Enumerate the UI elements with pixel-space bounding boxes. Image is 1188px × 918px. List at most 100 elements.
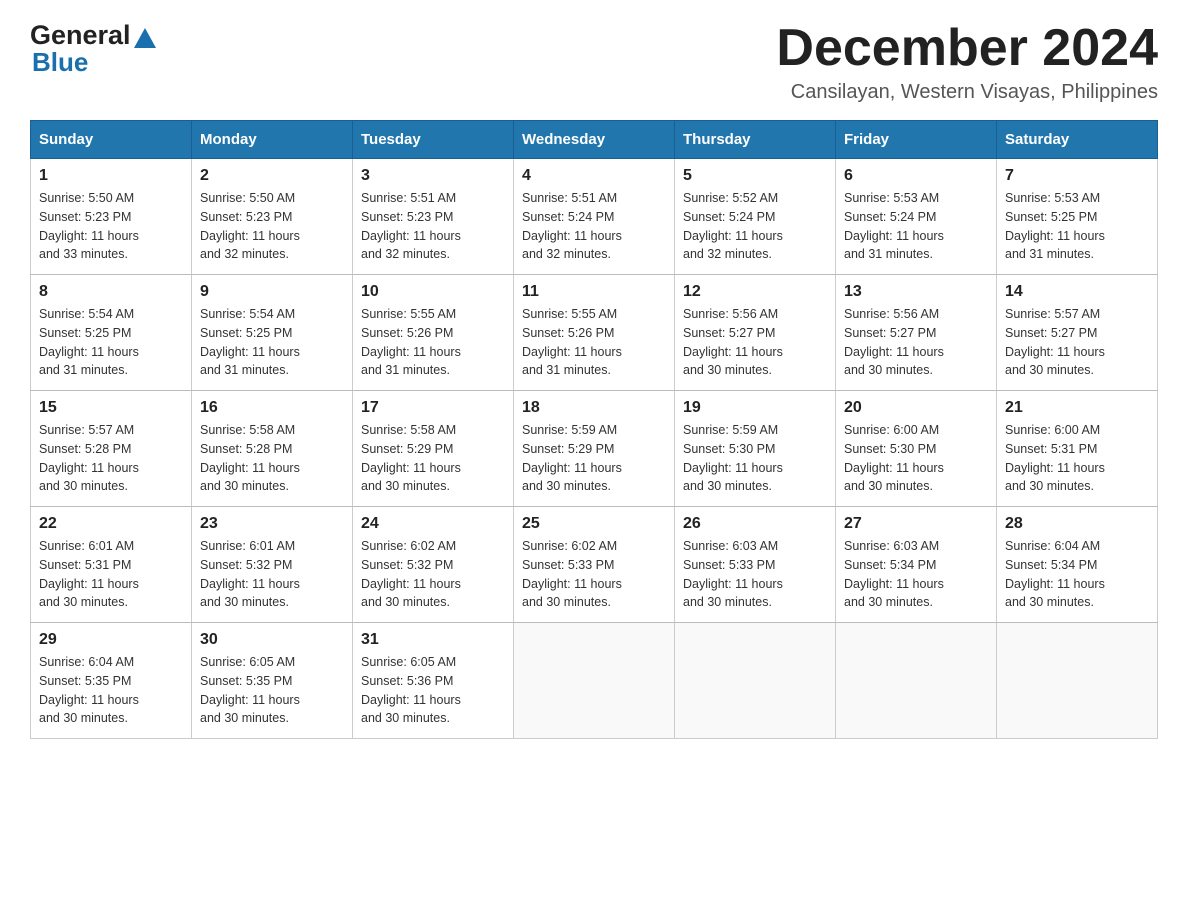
calendar-day-cell: 24Sunrise: 6:02 AMSunset: 5:32 PMDayligh… <box>353 507 514 623</box>
day-info: Sunrise: 5:55 AMSunset: 5:26 PMDaylight:… <box>361 305 505 380</box>
day-number: 18 <box>522 399 666 417</box>
day-number: 27 <box>844 515 988 533</box>
header-cell-tuesday: Tuesday <box>353 121 514 159</box>
day-number: 20 <box>844 399 988 417</box>
day-info: Sunrise: 5:51 AMSunset: 5:23 PMDaylight:… <box>361 189 505 264</box>
location-title: Cansilayan, Western Visayas, Philippines <box>776 81 1158 104</box>
day-info: Sunrise: 5:58 AMSunset: 5:28 PMDaylight:… <box>200 421 344 496</box>
day-number: 9 <box>200 283 344 301</box>
calendar-day-cell: 25 Sunrise: 6:02 AMSunset: 5:33 PMDayligh… <box>514 507 675 623</box>
day-number: 31 <box>361 631 505 649</box>
day-info: Sunrise: 6:01 AMSunset: 5:32 PMDaylight:… <box>200 537 344 612</box>
header-cell-monday: Monday <box>192 121 353 159</box>
day-number: 10 <box>361 283 505 301</box>
day-number: 30 <box>200 631 344 649</box>
calendar-day-cell: 13 Sunrise: 5:56 AMSunset: 5:27 PMDayligh… <box>836 275 997 391</box>
day-number: 13 <box>844 283 988 301</box>
day-number: 3 <box>361 167 505 185</box>
day-info: Sunrise: 5:53 AMSunset: 5:25 PMDaylight:… <box>1005 189 1149 264</box>
day-info: Sunrise: 5:52 AMSunset: 5:24 PMDaylight:… <box>683 189 827 264</box>
day-number: 17 <box>361 399 505 417</box>
day-info: Sunrise: 6:04 AMSunset: 5:34 PMDaylight:… <box>1005 537 1149 612</box>
day-info: Sunrise: 6:00 AMSunset: 5:30 PMDaylight:… <box>844 421 988 496</box>
day-info: Sunrise: 5:50 AMSunset: 5:23 PMDaylight:… <box>200 189 344 264</box>
calendar-day-cell: 31 Sunrise: 6:05 AMSunset: 5:36 PMDayligh… <box>353 623 514 739</box>
day-number: 4 <box>522 167 666 185</box>
calendar-week-row: 1 Sunrise: 5:50 AMSunset: 5:23 PMDaylight… <box>31 159 1158 275</box>
title-block: December 2024 Cansilayan, Western Visaya… <box>776 20 1158 104</box>
calendar-day-cell: 28 Sunrise: 6:04 AMSunset: 5:34 PMDayligh… <box>997 507 1158 623</box>
day-info: Sunrise: 5:54 AMSunset: 5:25 PMDaylight:… <box>39 305 183 380</box>
day-number: 2 <box>200 167 344 185</box>
day-number: 19 <box>683 399 827 417</box>
calendar-day-cell: 9 Sunrise: 5:54 AMSunset: 5:25 PMDaylight… <box>192 275 353 391</box>
calendar-day-cell: 22Sunrise: 6:01 AMSunset: 5:31 PMDayligh… <box>31 507 192 623</box>
day-number: 12 <box>683 283 827 301</box>
day-info: Sunrise: 5:54 AMSunset: 5:25 PMDaylight:… <box>200 305 344 380</box>
day-info: Sunrise: 6:02 AMSunset: 5:32 PMDaylight:… <box>361 537 505 612</box>
calendar-day-cell: 3 Sunrise: 5:51 AMSunset: 5:23 PMDaylight… <box>353 159 514 275</box>
calendar-day-cell: 12 Sunrise: 5:56 AMSunset: 5:27 PMDayligh… <box>675 275 836 391</box>
day-number: 14 <box>1005 283 1149 301</box>
day-info: Sunrise: 5:56 AMSunset: 5:27 PMDaylight:… <box>683 305 827 380</box>
day-info: Sunrise: 6:04 AMSunset: 5:35 PMDaylight:… <box>39 653 183 728</box>
day-info: Sunrise: 5:58 AMSunset: 5:29 PMDaylight:… <box>361 421 505 496</box>
day-info: Sunrise: 6:01 AMSunset: 5:31 PMDaylight:… <box>39 537 183 612</box>
calendar-day-cell: 1 Sunrise: 5:50 AMSunset: 5:23 PMDaylight… <box>31 159 192 275</box>
day-info: Sunrise: 6:05 AMSunset: 5:35 PMDaylight:… <box>200 653 344 728</box>
calendar-week-row: 22Sunrise: 6:01 AMSunset: 5:31 PMDayligh… <box>31 507 1158 623</box>
day-info: Sunrise: 5:56 AMSunset: 5:27 PMDaylight:… <box>844 305 988 380</box>
calendar-header-row: SundayMondayTuesdayWednesdayThursdayFrid… <box>31 121 1158 159</box>
calendar-day-cell: 16Sunrise: 5:58 AMSunset: 5:28 PMDayligh… <box>192 391 353 507</box>
header-cell-wednesday: Wednesday <box>514 121 675 159</box>
calendar-day-cell: 27 Sunrise: 6:03 AMSunset: 5:34 PMDayligh… <box>836 507 997 623</box>
day-info: Sunrise: 5:59 AMSunset: 5:29 PMDaylight:… <box>522 421 666 496</box>
calendar-day-cell: 19Sunrise: 5:59 AMSunset: 5:30 PMDayligh… <box>675 391 836 507</box>
day-number: 25 <box>522 515 666 533</box>
calendar-day-cell <box>675 623 836 739</box>
day-number: 5 <box>683 167 827 185</box>
day-number: 23 <box>200 515 344 533</box>
day-info: Sunrise: 5:55 AMSunset: 5:26 PMDaylight:… <box>522 305 666 380</box>
page-header: General Blue December 2024 Cansilayan, W… <box>30 20 1158 104</box>
header-cell-thursday: Thursday <box>675 121 836 159</box>
calendar-week-row: 8 Sunrise: 5:54 AMSunset: 5:25 PMDaylight… <box>31 275 1158 391</box>
day-info: Sunrise: 6:02 AMSunset: 5:33 PMDaylight:… <box>522 537 666 612</box>
calendar-day-cell <box>836 623 997 739</box>
logo-triangle-icon <box>134 28 156 48</box>
calendar-table: SundayMondayTuesdayWednesdayThursdayFrid… <box>30 120 1158 739</box>
calendar-day-cell: 18 Sunrise: 5:59 AMSunset: 5:29 PMDayligh… <box>514 391 675 507</box>
month-title: December 2024 <box>776 20 1158 77</box>
day-info: Sunrise: 6:05 AMSunset: 5:36 PMDaylight:… <box>361 653 505 728</box>
calendar-day-cell: 14Sunrise: 5:57 AMSunset: 5:27 PMDayligh… <box>997 275 1158 391</box>
day-number: 11 <box>522 283 666 301</box>
day-info: Sunrise: 6:03 AMSunset: 5:34 PMDaylight:… <box>844 537 988 612</box>
calendar-day-cell: 21Sunrise: 6:00 AMSunset: 5:31 PMDayligh… <box>997 391 1158 507</box>
calendar-day-cell <box>514 623 675 739</box>
day-number: 6 <box>844 167 988 185</box>
day-info: Sunrise: 5:51 AMSunset: 5:24 PMDaylight:… <box>522 189 666 264</box>
header-cell-sunday: Sunday <box>31 121 192 159</box>
day-number: 1 <box>39 167 183 185</box>
day-number: 28 <box>1005 515 1149 533</box>
calendar-day-cell: 6Sunrise: 5:53 AMSunset: 5:24 PMDaylight… <box>836 159 997 275</box>
calendar-day-cell: 5 Sunrise: 5:52 AMSunset: 5:24 PMDaylight… <box>675 159 836 275</box>
day-number: 7 <box>1005 167 1149 185</box>
logo-blue-text: Blue <box>32 47 88 78</box>
calendar-day-cell <box>997 623 1158 739</box>
day-info: Sunrise: 5:57 AMSunset: 5:28 PMDaylight:… <box>39 421 183 496</box>
calendar-day-cell: 8 Sunrise: 5:54 AMSunset: 5:25 PMDaylight… <box>31 275 192 391</box>
header-cell-friday: Friday <box>836 121 997 159</box>
day-info: Sunrise: 5:50 AMSunset: 5:23 PMDaylight:… <box>39 189 183 264</box>
day-number: 8 <box>39 283 183 301</box>
day-number: 29 <box>39 631 183 649</box>
calendar-day-cell: 11 Sunrise: 5:55 AMSunset: 5:26 PMDayligh… <box>514 275 675 391</box>
logo: General Blue <box>30 20 156 78</box>
calendar-day-cell: 30 Sunrise: 6:05 AMSunset: 5:35 PMDayligh… <box>192 623 353 739</box>
day-number: 26 <box>683 515 827 533</box>
calendar-day-cell: 2 Sunrise: 5:50 AMSunset: 5:23 PMDaylight… <box>192 159 353 275</box>
calendar-day-cell: 15Sunrise: 5:57 AMSunset: 5:28 PMDayligh… <box>31 391 192 507</box>
calendar-week-row: 29 Sunrise: 6:04 AMSunset: 5:35 PMDayligh… <box>31 623 1158 739</box>
calendar-week-row: 15Sunrise: 5:57 AMSunset: 5:28 PMDayligh… <box>31 391 1158 507</box>
day-info: Sunrise: 6:00 AMSunset: 5:31 PMDaylight:… <box>1005 421 1149 496</box>
